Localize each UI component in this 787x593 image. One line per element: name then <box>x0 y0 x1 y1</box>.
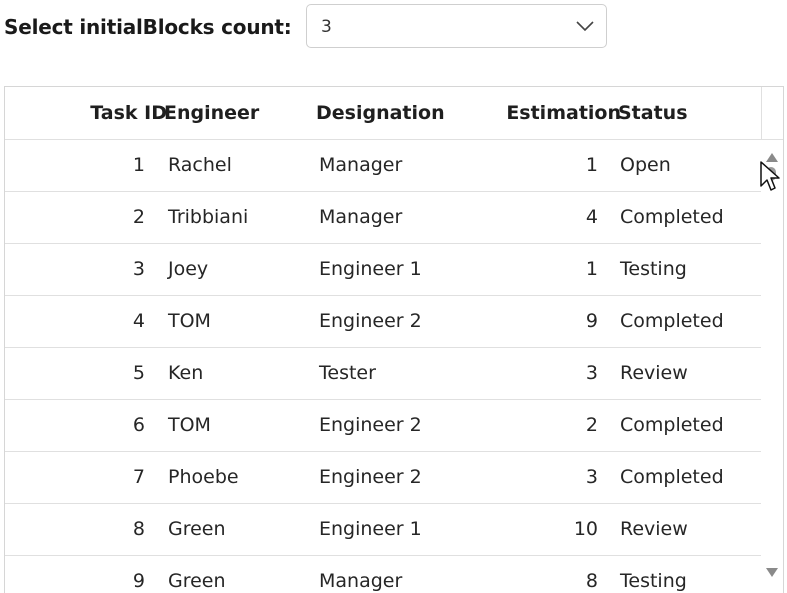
estimation-cell[interactable]: 2 <box>586 400 598 451</box>
designation-cell[interactable]: Manager <box>319 192 402 243</box>
status-cell[interactable]: Testing <box>620 244 687 295</box>
estimation-cell[interactable]: 3 <box>586 452 598 503</box>
designation-cell[interactable]: Engineer 2 <box>319 400 422 451</box>
estimation-cell[interactable]: 9 <box>586 296 598 347</box>
column-header-status[interactable]: Status <box>618 87 688 139</box>
column-header-engineer[interactable]: Engineer <box>164 87 259 139</box>
table-row[interactable]: 2 Tribbiani Manager 4 Completed <box>5 192 761 244</box>
engineer-cell[interactable]: Phoebe <box>168 452 239 503</box>
engineer-cell[interactable]: Ken <box>168 348 203 399</box>
vertical-scrollbar[interactable] <box>761 140 783 593</box>
engineer-cell[interactable]: Rachel <box>168 140 232 191</box>
grid-header: Task ID Engineer Designation Estimation … <box>5 87 783 140</box>
triangle-down-icon[interactable] <box>765 567 779 578</box>
designation-cell[interactable]: Engineer 1 <box>319 504 422 555</box>
table-row[interactable]: 1 Rachel Manager 1 Open <box>5 140 761 192</box>
engineer-cell[interactable]: TOM <box>168 400 211 451</box>
estimation-cell[interactable]: 8 <box>586 556 598 593</box>
designation-cell[interactable]: Engineer 2 <box>319 452 422 503</box>
mouse-pointer-icon <box>760 161 780 191</box>
status-cell[interactable]: Completed <box>620 452 724 503</box>
designation-cell[interactable]: Manager <box>319 556 402 593</box>
estimation-cell[interactable]: 1 <box>586 244 598 295</box>
status-cell[interactable]: Completed <box>620 296 724 347</box>
status-cell[interactable]: Completed <box>620 192 724 243</box>
estimation-cell[interactable]: 10 <box>574 504 598 555</box>
data-grid: Task ID Engineer Designation Estimation … <box>4 86 784 593</box>
status-cell[interactable]: Testing <box>620 556 687 593</box>
select-value: 3 <box>321 17 332 37</box>
table-row[interactable]: 7 Phoebe Engineer 2 3 Completed <box>5 452 761 504</box>
status-cell[interactable]: Completed <box>620 400 724 451</box>
table-row[interactable]: 4 TOM Engineer 2 9 Completed <box>5 296 761 348</box>
task-id-cell[interactable]: 4 <box>133 296 145 347</box>
status-cell[interactable]: Open <box>620 140 671 191</box>
table-row[interactable]: 6 TOM Engineer 2 2 Completed <box>5 400 761 452</box>
task-id-cell[interactable]: 2 <box>133 192 145 243</box>
table-row[interactable]: 5 Ken Tester 3 Review <box>5 348 761 400</box>
status-cell[interactable]: Review <box>620 504 688 555</box>
column-header-task-id[interactable]: Task ID <box>90 87 167 139</box>
table-row[interactable]: 3 Joey Engineer 1 1 Testing <box>5 244 761 296</box>
estimation-cell[interactable]: 3 <box>586 348 598 399</box>
table-row[interactable]: 9 Green Manager 8 Testing <box>5 556 761 593</box>
task-id-cell[interactable]: 3 <box>133 244 145 295</box>
chevron-down-icon <box>576 21 594 32</box>
estimation-cell[interactable]: 1 <box>586 140 598 191</box>
initial-blocks-select[interactable]: 3 <box>306 4 607 48</box>
table-row[interactable]: 8 Green Engineer 1 10 Review <box>5 504 761 556</box>
task-id-cell[interactable]: 9 <box>133 556 145 593</box>
designation-cell[interactable]: Tester <box>319 348 376 399</box>
engineer-cell[interactable]: Joey <box>168 244 208 295</box>
task-id-cell[interactable]: 8 <box>133 504 145 555</box>
column-header-estimation[interactable]: Estimation <box>506 87 621 139</box>
designation-cell[interactable]: Engineer 2 <box>319 296 422 347</box>
estimation-cell[interactable]: 4 <box>586 192 598 243</box>
header-scroll-spacer <box>761 87 783 139</box>
column-header-designation[interactable]: Designation <box>316 87 445 139</box>
engineer-cell[interactable]: Tribbiani <box>168 192 248 243</box>
toolbar: Select initialBlocks count: <box>4 4 292 50</box>
engineer-cell[interactable]: Green <box>168 556 226 593</box>
grid-body: 1 Rachel Manager 1 Open 2 Tribbiani Mana… <box>5 140 761 593</box>
task-id-cell[interactable]: 6 <box>133 400 145 451</box>
task-id-cell[interactable]: 5 <box>133 348 145 399</box>
designation-cell[interactable]: Manager <box>319 140 402 191</box>
status-cell[interactable]: Review <box>620 348 688 399</box>
designation-cell[interactable]: Engineer 1 <box>319 244 422 295</box>
task-id-cell[interactable]: 1 <box>133 140 145 191</box>
task-id-cell[interactable]: 7 <box>133 452 145 503</box>
blocks-count-label: Select initialBlocks count: <box>4 15 292 39</box>
engineer-cell[interactable]: Green <box>168 504 226 555</box>
engineer-cell[interactable]: TOM <box>168 296 211 347</box>
